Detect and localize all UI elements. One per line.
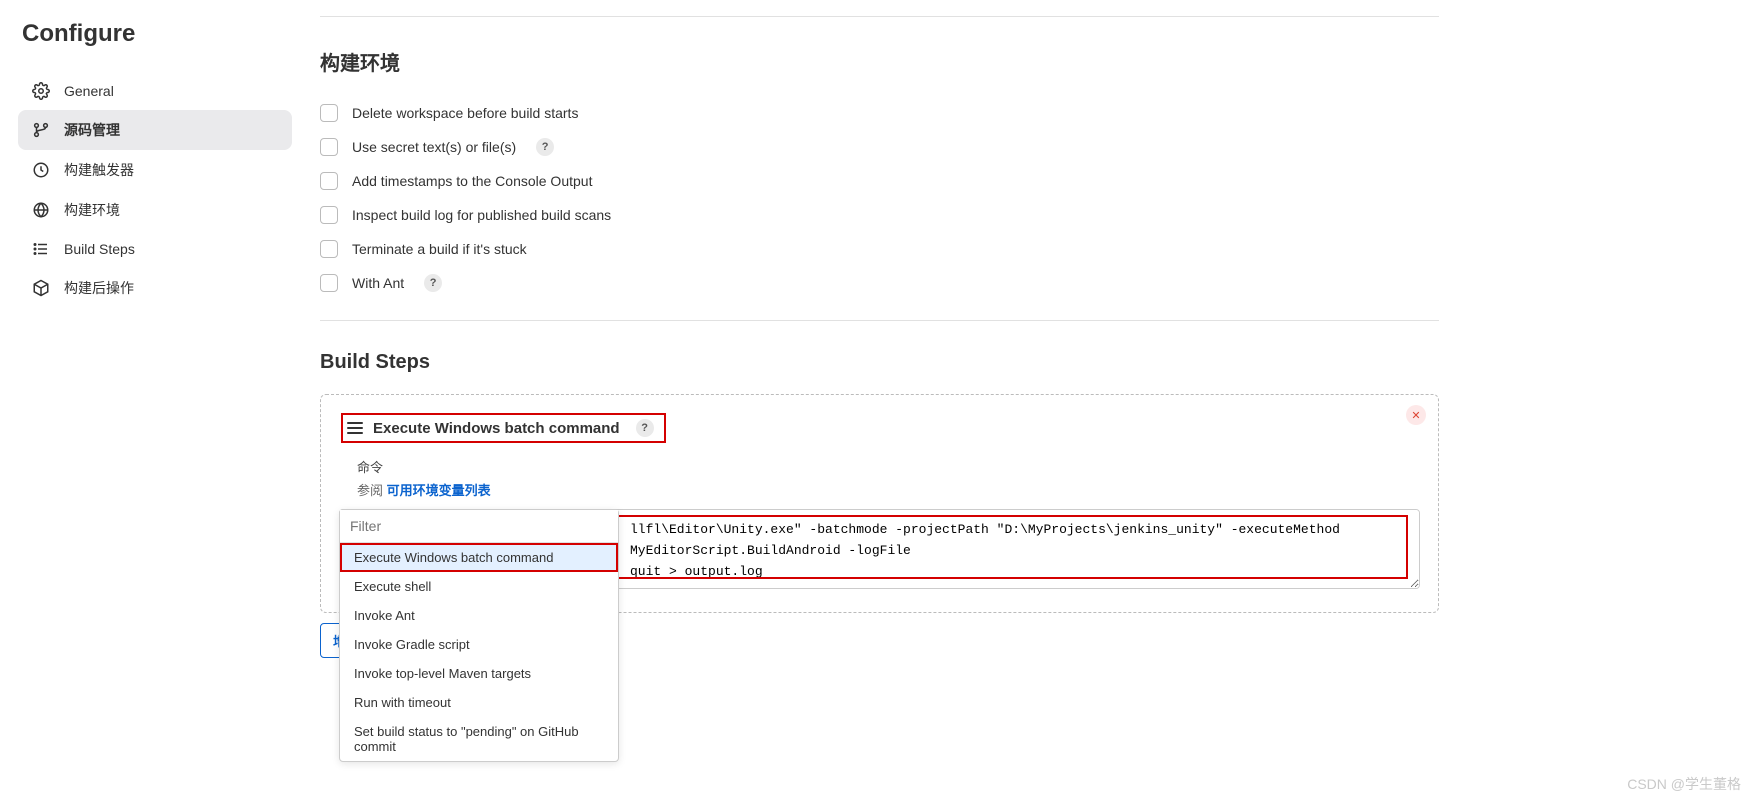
command-area: Execute Windows batch commandExecute she… <box>339 509 1420 592</box>
sidebar-item-5[interactable]: 构建后操作 <box>18 268 292 308</box>
step-title: Execute Windows batch command <box>373 420 620 437</box>
help-icon[interactable]: ? <box>424 274 442 292</box>
dropdown-filter-input[interactable] <box>340 510 618 543</box>
dropdown-option[interactable]: Invoke Ant <box>340 601 618 630</box>
sidebar-item-label: 构建环境 <box>64 200 120 220</box>
sidebar: Configure General 源码管理构建触发器构建环境 Build Step… <box>0 0 300 698</box>
clock-icon <box>32 161 50 179</box>
help-icon[interactable]: ? <box>636 419 654 437</box>
globe-icon <box>32 201 50 219</box>
dropdown-option[interactable]: Execute shell <box>340 572 618 601</box>
section-title-build: Build Steps <box>320 351 1439 374</box>
env-checkbox[interactable] <box>320 104 338 122</box>
add-step-dropdown: Execute Windows batch commandExecute she… <box>339 509 619 762</box>
env-checkbox[interactable] <box>320 206 338 224</box>
env-checkbox[interactable] <box>320 138 338 156</box>
env-option-label: Terminate a build if it's stuck <box>352 241 527 257</box>
gear-icon <box>32 82 50 100</box>
watermark: CSDN @学生董格 <box>1627 774 1741 794</box>
divider <box>320 320 1439 321</box>
command-label: 命令 <box>357 457 1420 476</box>
env-option-label: With Ant <box>352 275 404 291</box>
env-checkbox[interactable] <box>320 274 338 292</box>
env-checkbox[interactable] <box>320 240 338 258</box>
drag-handle-icon[interactable] <box>347 421 363 435</box>
remove-step-button[interactable]: ✕ <box>1406 405 1426 425</box>
list-icon <box>32 240 50 258</box>
env-option-5: With Ant? <box>320 266 1439 300</box>
env-option-4: Terminate a build if it's stuck <box>320 232 1439 266</box>
build-env-section: 构建环境 Delete workspace before build start… <box>320 47 1439 300</box>
sidebar-item-0[interactable]: General <box>18 72 292 110</box>
env-vars-reference: 参阅 可用环境变量列表 <box>357 480 1420 499</box>
env-option-1: Use secret text(s) or file(s)? <box>320 130 1439 164</box>
env-option-label: Add timestamps to the Console Output <box>352 173 592 189</box>
env-option-2: Add timestamps to the Console Output <box>320 164 1439 198</box>
sidebar-item-label: General <box>64 83 114 99</box>
sidebar-item-3[interactable]: 构建环境 <box>18 190 292 230</box>
env-option-label: Use secret text(s) or file(s) <box>352 139 516 155</box>
env-option-3: Inspect build log for published build sc… <box>320 198 1439 232</box>
page-title: Configure <box>22 20 292 48</box>
help-icon[interactable]: ? <box>536 138 554 156</box>
sidebar-item-label: 构建后操作 <box>64 278 134 298</box>
sidebar-item-4[interactable]: Build Steps <box>18 230 292 268</box>
main-content: 构建环境 Delete workspace before build start… <box>300 0 1759 698</box>
sidebar-item-2[interactable]: 构建触发器 <box>18 150 292 190</box>
sidebar-item-label: Build Steps <box>64 241 135 257</box>
sidebar-item-label: 源码管理 <box>64 120 120 140</box>
env-option-label: Delete workspace before build starts <box>352 105 578 121</box>
env-vars-link[interactable]: 可用环境变量列表 <box>387 483 491 498</box>
branch-icon <box>32 121 50 139</box>
dropdown-option[interactable]: Execute Windows batch command <box>340 543 618 572</box>
env-option-0: Delete workspace before build starts <box>320 96 1439 130</box>
divider <box>320 16 1439 17</box>
sidebar-item-1[interactable]: 源码管理 <box>18 110 292 150</box>
sidebar-item-label: 构建触发器 <box>64 160 134 180</box>
env-option-label: Inspect build log for published build sc… <box>352 207 611 223</box>
cube-icon <box>32 279 50 297</box>
env-checkbox[interactable] <box>320 172 338 190</box>
dropdown-option[interactable]: Run with timeout <box>340 688 618 717</box>
step-header: Execute Windows batch command ? <box>339 409 1420 453</box>
build-step-card: ✕ Execute Windows batch command ? 命令 参阅 … <box>320 394 1439 613</box>
section-title-env: 构建环境 <box>320 47 1439 76</box>
dropdown-option[interactable]: Invoke Gradle script <box>340 630 618 659</box>
dropdown-option[interactable]: Set build status to "pending" on GitHub … <box>340 717 618 761</box>
dropdown-option[interactable]: Invoke top-level Maven targets <box>340 659 618 688</box>
